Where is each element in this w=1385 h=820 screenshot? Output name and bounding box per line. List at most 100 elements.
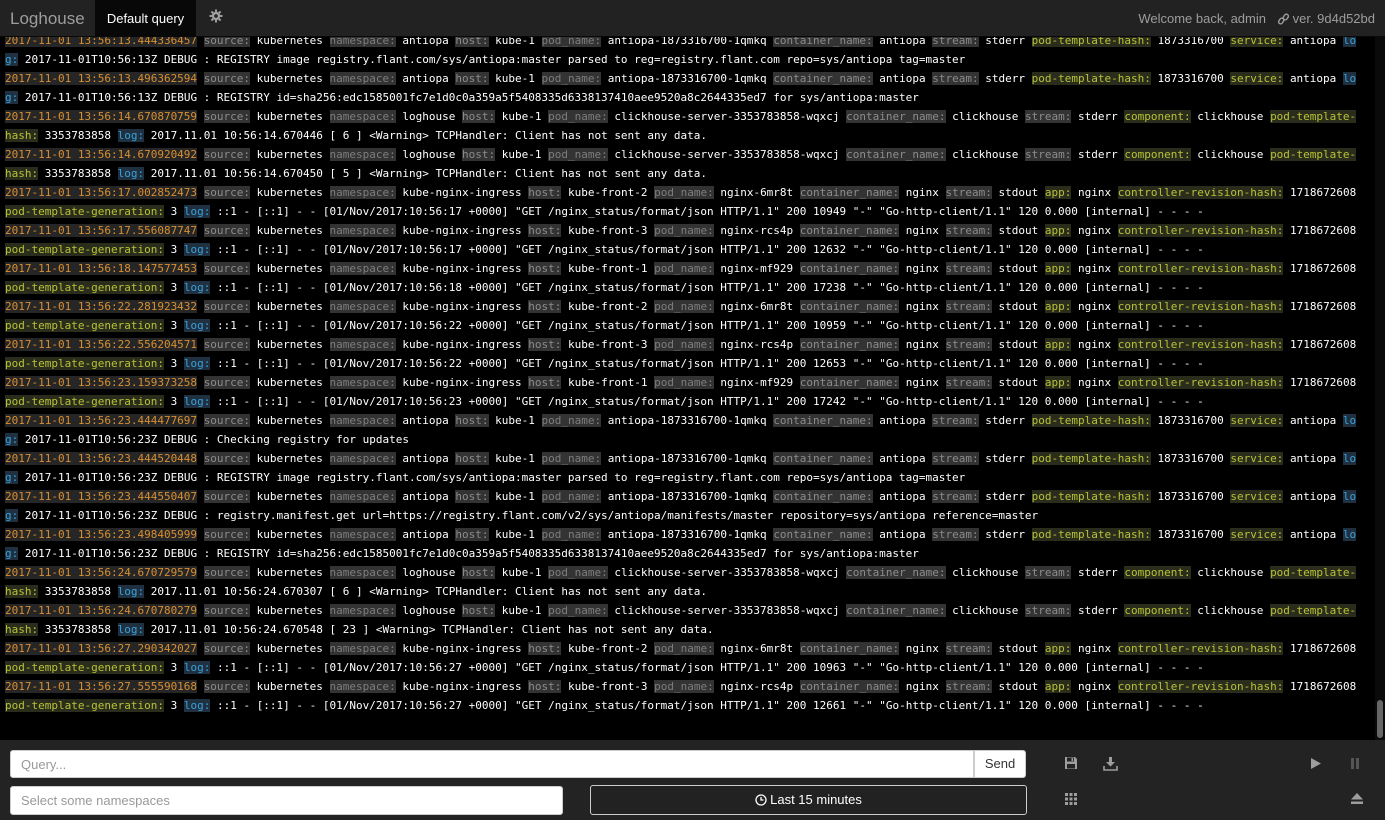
log-field-key[interactable]: container_name: (799, 338, 900, 351)
log-field-key[interactable]: pod_name: (541, 490, 602, 503)
log-field-key[interactable]: container_name: (773, 528, 873, 541)
log-field-key[interactable]: container_name: (799, 224, 900, 237)
grid-icon[interactable] (1064, 792, 1080, 808)
log-timestamp[interactable]: 2017-11-01 13:56:27.290342027 (5, 642, 198, 655)
log-field-key[interactable]: stream: (1024, 148, 1072, 161)
log-field-key[interactable]: container_name: (773, 72, 873, 85)
log-field-key[interactable]: container_name: (773, 37, 873, 47)
log-timestamp[interactable]: 2017-11-01 13:56:24.670729579 (5, 566, 198, 579)
log-field-key[interactable]: host: (455, 37, 489, 47)
log-field-key[interactable]: container_name: (846, 148, 946, 161)
log-field-key[interactable]: container_name: (799, 642, 900, 655)
log-field-key[interactable]: container_name: (846, 604, 946, 617)
log-field-key[interactable]: service: (1230, 72, 1284, 85)
log-field-key[interactable]: namespace: (329, 642, 396, 655)
log-field-key[interactable]: pod-template-hash: (1031, 37, 1151, 47)
log-field-key[interactable]: namespace: (329, 528, 396, 541)
log-timestamp[interactable]: 2017-11-01 13:56:27.555590168 (5, 680, 198, 693)
log-field-key[interactable]: source: (203, 338, 251, 351)
log-field-key[interactable]: pod-template-generation: (5, 357, 164, 370)
scrollbar-track[interactable] (1375, 37, 1385, 740)
log-field-key[interactable]: app: (1044, 300, 1072, 313)
log-field-key[interactable]: stream: (932, 490, 979, 503)
eject-icon[interactable] (1350, 792, 1366, 808)
log-field-key[interactable]: controller-revision-hash: (1117, 680, 1284, 693)
log-field-key[interactable]: host: (528, 224, 562, 237)
log-timestamp[interactable]: 2017-11-01 13:56:14.670920492 (5, 148, 198, 161)
log-field-key[interactable]: stream: (945, 224, 992, 237)
send-button[interactable]: Send (974, 750, 1026, 778)
log-field-key[interactable]: host: (462, 604, 496, 617)
log-field-key[interactable]: source: (203, 490, 251, 503)
log-field-key[interactable]: log: (183, 395, 211, 408)
log-timestamp[interactable]: 2017-11-01 13:56:24.670780279 (5, 604, 198, 617)
log-field-key[interactable]: pod_name: (541, 528, 602, 541)
log-field-key[interactable]: log: (183, 205, 211, 218)
log-field-key[interactable]: stream: (932, 414, 979, 427)
log-field-key[interactable]: log: (117, 129, 145, 142)
log-field-key[interactable]: namespace: (329, 452, 396, 465)
log-field-key[interactable]: app: (1044, 376, 1072, 389)
log-field-key[interactable]: pod_name: (541, 72, 602, 85)
log-field-key[interactable]: stream: (945, 262, 992, 275)
log-field-key[interactable]: pod-template-generation: (5, 319, 164, 332)
log-field-key[interactable]: host: (528, 376, 562, 389)
log-field-key[interactable]: source: (203, 376, 251, 389)
log-timestamp[interactable]: 2017-11-01 13:56:17.002852473 (5, 186, 198, 199)
log-field-key[interactable]: host: (462, 110, 496, 123)
log-field-key[interactable]: component: (1124, 148, 1191, 161)
log-field-key[interactable]: pod_name: (654, 300, 714, 313)
log-field-key[interactable]: controller-revision-hash: (1117, 376, 1284, 389)
log-field-key[interactable]: stream: (1024, 566, 1072, 579)
log-field-key[interactable]: stream: (945, 338, 992, 351)
log-field-key[interactable]: stream: (932, 528, 979, 541)
log-field-key[interactable]: host: (455, 528, 489, 541)
log-field-key[interactable]: container_name: (773, 490, 873, 503)
log-field-key[interactable]: container_name: (773, 452, 873, 465)
log-field-key[interactable]: pod_name: (548, 604, 608, 617)
log-field-key[interactable]: pod_name: (654, 186, 714, 199)
log-field-key[interactable]: host: (455, 490, 489, 503)
log-field-key[interactable]: pod_name: (654, 680, 714, 693)
log-field-key[interactable]: namespace: (329, 338, 396, 351)
log-field-key[interactable]: source: (203, 72, 251, 85)
log-field-key[interactable]: log: (183, 281, 211, 294)
log-field-key[interactable]: pod_name: (548, 566, 608, 579)
log-field-key[interactable]: app: (1044, 642, 1072, 655)
log-field-key[interactable]: stream: (932, 452, 979, 465)
log-field-key[interactable]: source: (203, 300, 251, 313)
log-timestamp[interactable]: 2017-11-01 13:56:13.444336457 (5, 37, 198, 47)
log-field-key[interactable]: app: (1044, 338, 1072, 351)
log-field-key[interactable]: namespace: (329, 680, 396, 693)
log-field-key[interactable]: namespace: (329, 186, 396, 199)
log-field-key[interactable]: source: (203, 37, 251, 47)
log-field-key[interactable]: namespace: (329, 376, 396, 389)
log-timestamp[interactable]: 2017-11-01 13:56:23.444477697 (5, 414, 198, 427)
log-field-key[interactable]: stream: (945, 642, 992, 655)
log-timestamp[interactable]: 2017-11-01 13:56:13.496362594 (5, 72, 198, 85)
log-field-key[interactable]: pod_name: (654, 642, 714, 655)
log-field-key[interactable]: app: (1044, 262, 1072, 275)
log-field-key[interactable]: namespace: (329, 148, 396, 161)
log-field-key[interactable]: pod-template-generation: (5, 661, 164, 674)
tab-default-query[interactable]: Default query (95, 0, 196, 37)
log-field-key[interactable]: controller-revision-hash: (1117, 642, 1284, 655)
log-field-key[interactable]: pod_name: (548, 148, 608, 161)
log-field-key[interactable]: stream: (945, 376, 992, 389)
log-field-key[interactable]: source: (203, 224, 251, 237)
log-field-key[interactable]: pod_name: (541, 414, 602, 427)
log-field-key[interactable]: host: (462, 148, 496, 161)
log-timestamp[interactable]: 2017-11-01 13:56:22.556204571 (5, 338, 198, 351)
log-field-key[interactable]: pod_name: (654, 224, 714, 237)
log-field-key[interactable]: host: (528, 642, 562, 655)
log-field-key[interactable]: source: (203, 680, 251, 693)
log-timestamp[interactable]: 2017-11-01 13:56:14.670870759 (5, 110, 198, 123)
log-field-key[interactable]: namespace: (329, 300, 396, 313)
log-field-key[interactable]: host: (528, 680, 562, 693)
log-field-key[interactable]: host: (528, 338, 562, 351)
log-field-key[interactable]: host: (455, 72, 489, 85)
log-field-key[interactable]: component: (1124, 566, 1191, 579)
log-field-key[interactable]: pod_name: (548, 110, 608, 123)
log-field-key[interactable]: pod-template-generation: (5, 395, 164, 408)
floppy-disk-icon[interactable] (1064, 756, 1080, 772)
